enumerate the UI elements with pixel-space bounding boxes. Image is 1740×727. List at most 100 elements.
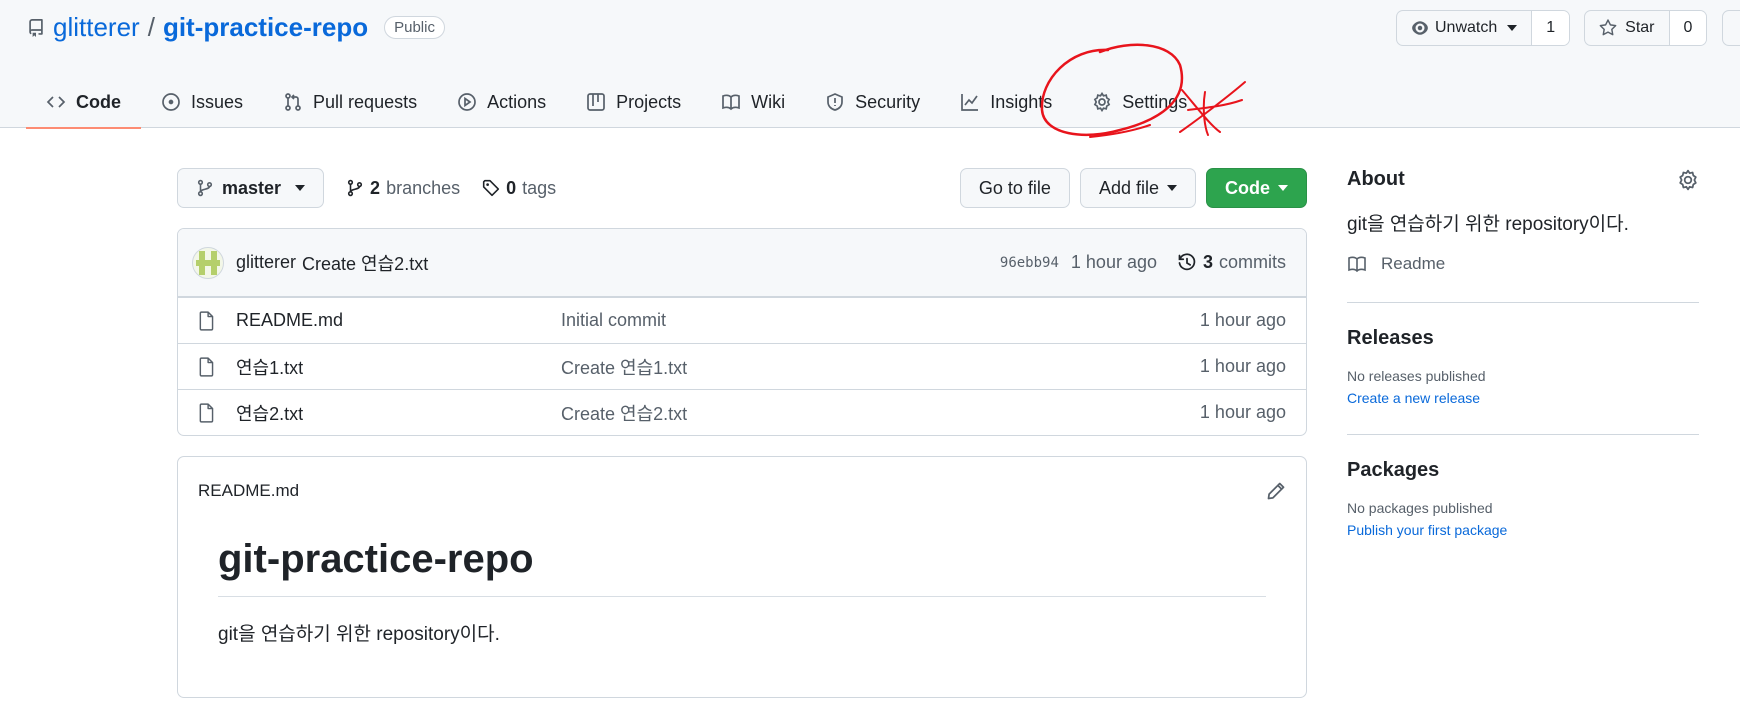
eye-icon	[1412, 21, 1428, 35]
tab-code[interactable]: Code	[26, 76, 141, 129]
readme-sidebar-label: Readme	[1381, 254, 1446, 273]
commit-age: 1 hour ago	[1070, 252, 1157, 272]
releases-title[interactable]: Releases	[1347, 327, 1434, 350]
packages-section: Packages No packages published Publish y…	[1347, 459, 1699, 566]
file-name-link[interactable]: 연습1.txt	[236, 354, 561, 380]
star-button-group: Star 0	[1584, 10, 1708, 46]
fork-button-partial[interactable]	[1722, 10, 1740, 46]
tab-actions[interactable]: Actions	[437, 76, 566, 128]
about-title: About	[1347, 168, 1405, 190]
repo-header: glitterer / git-practice-repo Public Unw…	[0, 0, 1740, 138]
commits-count: 3	[1202, 252, 1213, 272]
readme-heading: git-practice-repo	[218, 537, 1266, 597]
chevron-down-icon	[295, 185, 306, 191]
code-icon	[46, 96, 66, 108]
chevron-down-icon	[1167, 185, 1177, 191]
branch-name: master	[222, 177, 282, 198]
branch-icon	[197, 179, 213, 197]
file-name-link[interactable]: 연습2.txt	[236, 400, 561, 426]
branches-label: branches	[386, 177, 461, 198]
commit-author-link[interactable]: glitterer	[236, 252, 296, 273]
watch-button-group: Unwatch 1	[1396, 10, 1571, 46]
branches-link[interactable]: 2 branches	[346, 178, 460, 199]
pencil-icon[interactable]	[1266, 481, 1286, 501]
avatar[interactable]	[192, 246, 224, 279]
pull-request-icon	[285, 93, 301, 111]
file-commit-message-link[interactable]: Initial commit	[561, 310, 666, 331]
tab-settings[interactable]: Settings	[1072, 76, 1207, 128]
readme-filename-link[interactable]: README.md	[198, 481, 299, 501]
latest-commit-bar: glitterer Create 연습2.txt 96ebb94 1 hour …	[178, 229, 1306, 297]
packages-empty-text: No packages published	[1347, 500, 1493, 516]
readme-header: README.md	[178, 457, 1306, 525]
tags-link[interactable]: 0 tags	[482, 178, 556, 199]
repo-owner-link[interactable]: glitterer	[53, 12, 140, 43]
repo-separator: /	[147, 12, 155, 42]
file-row: 연습2.txt Create 연습2.txt 1 hour ago	[178, 389, 1306, 435]
tab-label: Issues	[191, 91, 244, 112]
tags-count: 0	[506, 177, 517, 198]
issue-icon	[162, 93, 180, 111]
tab-wiki[interactable]: Wiki	[701, 76, 805, 128]
graph-icon	[961, 94, 979, 111]
star-button[interactable]: Star	[1585, 11, 1668, 45]
file-commit-message-link[interactable]: Create 연습2.txt	[561, 400, 687, 426]
gear-icon	[1094, 92, 1111, 112]
file-row: README.md Initial commit 1 hour ago	[178, 297, 1306, 343]
branch-select-button[interactable]: master	[177, 168, 325, 208]
tab-label: Projects	[616, 91, 682, 112]
file-name-link[interactable]: README.md	[236, 310, 561, 331]
tab-label: Pull requests	[313, 91, 418, 112]
tab-insights[interactable]: Insights	[940, 76, 1072, 128]
readme-panel: README.md git-practice-repo git을 연습하기 위한…	[177, 456, 1307, 698]
create-release-link[interactable]: Create a new release	[1347, 390, 1699, 406]
repo-name-link[interactable]: git-practice-repo	[163, 12, 368, 43]
file-commit-message-link[interactable]: Create 연습1.txt	[561, 354, 687, 380]
code-button[interactable]: Code	[1206, 168, 1307, 208]
tab-label: Actions	[487, 91, 547, 112]
commits-history-link[interactable]: 3 commits	[1177, 252, 1286, 273]
file-age: 1 hour ago	[1199, 402, 1286, 422]
file-toolbar: master 2 branches 0 tags Go to file Add …	[177, 168, 1307, 208]
chevron-down-icon	[1278, 185, 1288, 191]
publish-package-link[interactable]: Publish your first package	[1347, 522, 1699, 538]
star-count[interactable]: 0	[1668, 11, 1707, 45]
unwatch-button[interactable]: Unwatch	[1397, 11, 1531, 45]
repo-nav-tabs: Code Issues Pull requests Actions Projec…	[26, 76, 1207, 129]
table-icon	[587, 93, 605, 111]
repo-title: glitterer / git-practice-repo Public	[27, 12, 445, 43]
tab-label: Code	[76, 91, 121, 112]
commit-message-link[interactable]: Create 연습2.txt	[302, 250, 428, 276]
add-file-button[interactable]: Add file	[1079, 168, 1196, 208]
tags-label: tags	[522, 177, 557, 198]
code-button-label: Code	[1225, 177, 1270, 198]
file-icon	[199, 356, 214, 377]
file-icon	[199, 402, 214, 423]
book-icon	[722, 94, 741, 111]
play-icon	[458, 93, 476, 111]
tab-pull-requests[interactable]: Pull requests	[263, 76, 437, 128]
tab-projects[interactable]: Projects	[566, 76, 701, 128]
packages-title[interactable]: Packages	[1347, 459, 1439, 482]
readme-text: git을 연습하기 위한 repository이다.	[218, 624, 500, 645]
gear-icon[interactable]	[1677, 169, 1699, 191]
tag-icon	[483, 179, 500, 197]
star-icon	[1599, 19, 1617, 36]
tab-label: Insights	[990, 91, 1053, 112]
book-icon	[1348, 256, 1366, 273]
commit-sha-link[interactable]: 96ebb94	[1000, 255, 1059, 271]
tab-issues[interactable]: Issues	[141, 76, 263, 128]
shield-icon	[827, 93, 844, 111]
tab-security[interactable]: Security	[805, 76, 940, 128]
watch-count[interactable]: 1	[1531, 11, 1570, 45]
file-list: glitterer Create 연습2.txt 96ebb94 1 hour …	[177, 228, 1307, 436]
releases-empty-text: No releases published	[1347, 368, 1486, 384]
unwatch-label: Unwatch	[1435, 19, 1498, 36]
add-file-label: Add file	[1098, 177, 1159, 198]
file-icon	[199, 310, 214, 331]
branches-count: 2	[370, 177, 381, 198]
go-to-file-button[interactable]: Go to file	[959, 168, 1070, 208]
about-section: About git을 연습하기 위한 repository이다. Readme	[1347, 168, 1699, 303]
file-age: 1 hour ago	[1199, 356, 1286, 376]
readme-sidebar-link[interactable]: Readme	[1347, 254, 1699, 274]
